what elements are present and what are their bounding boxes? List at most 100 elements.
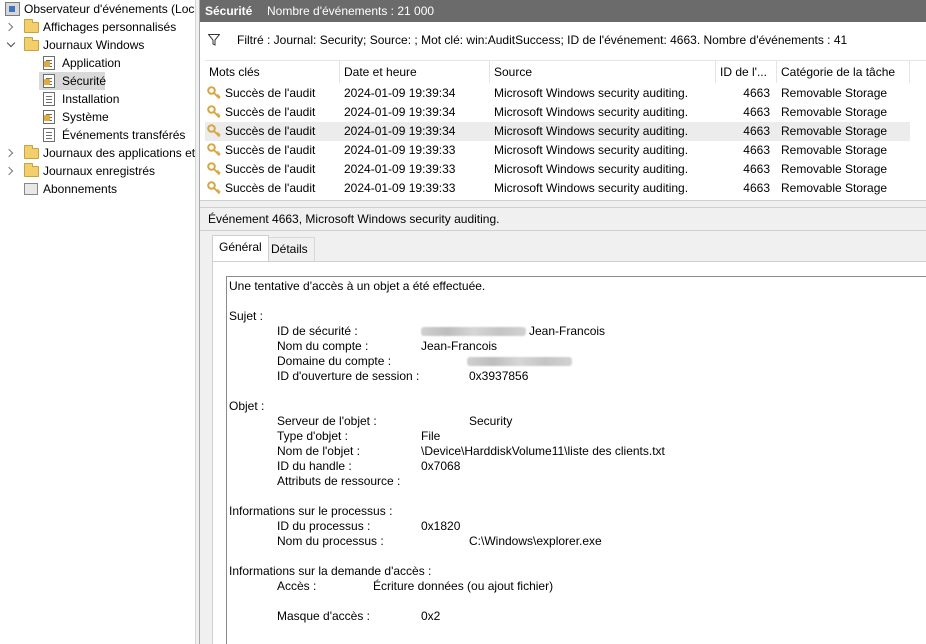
- column-header-event-id[interactable]: ID de l'...: [716, 61, 777, 83]
- tree-item-label: Événements transférés: [62, 128, 186, 142]
- table-row[interactable]: Succès de l'audit 2024-01-09 19:39:34 Micr…: [205, 122, 910, 141]
- cell-category: Removable Storage: [781, 86, 888, 100]
- field-label: Serveur de l'objet :: [277, 414, 377, 428]
- cell-source: Microsoft Windows security auditing.: [494, 105, 689, 119]
- tree-item-label: Affichages personnalisés: [43, 20, 177, 34]
- field-label: Domaine du compte :: [277, 354, 392, 368]
- tree-item-system[interactable]: Système: [0, 108, 195, 126]
- field-label: Attributs de ressource :: [277, 474, 401, 488]
- cell-source: Microsoft Windows security auditing.: [494, 162, 689, 176]
- tree-item-security[interactable]: Sécurité: [39, 72, 107, 90]
- message-intro: Une tentative d'accès à un objet a été e…: [229, 279, 486, 293]
- tree-item-label: Sécurité: [62, 74, 107, 88]
- table-row[interactable]: Succès de l'audit 2024-01-09 19:39:33 Micr…: [205, 160, 910, 179]
- cell-keyword: Succès de l'audit: [225, 181, 316, 195]
- audit-success-key-icon: [207, 86, 221, 100]
- tree-root-label: Observateur d'événements (Loca: [24, 2, 195, 16]
- cell-source: Microsoft Windows security auditing.: [494, 143, 689, 157]
- event-count: Nombre d'événements : 21 000: [267, 4, 435, 18]
- field-value: Écriture données (ou ajout fichier): [373, 579, 554, 593]
- cell-category: Removable Storage: [781, 105, 888, 119]
- tree-item-label: Journaux Windows: [43, 38, 145, 52]
- section-object: Objet :: [229, 399, 265, 413]
- column-header-keywords[interactable]: Mots clés: [205, 61, 340, 83]
- folder-icon: [24, 163, 39, 177]
- cell-source: Microsoft Windows security auditing.: [494, 86, 689, 100]
- log-title-bar: Sécurité Nombre d'événements : 21 000: [200, 0, 926, 22]
- cell-category: Removable Storage: [781, 124, 888, 138]
- tree-item-saved-logs[interactable]: Journaux enregistrés: [0, 162, 195, 180]
- navigation-tree: Observateur d'événements (Loca Affichage…: [0, 0, 195, 644]
- cell-date: 2024-01-09 19:39:33: [344, 143, 456, 157]
- event-message[interactable]: Une tentative d'accès à un objet a été e…: [226, 276, 926, 644]
- cell-category: Removable Storage: [781, 181, 888, 195]
- cell-keyword: Succès de l'audit: [225, 105, 316, 119]
- audit-success-key-icon: [207, 181, 221, 195]
- field-label: ID d'ouverture de session :: [277, 369, 420, 383]
- horizontal-splitter[interactable]: [200, 200, 926, 208]
- filter-bar: Filtré : Journal: Security; Source: ; Mo…: [200, 29, 926, 51]
- tab-details[interactable]: Détails: [264, 237, 315, 261]
- cell-date: 2024-01-09 19:39:34: [344, 105, 456, 119]
- tree-item-label: Système: [62, 110, 109, 124]
- field-label: Masque d'accès :: [277, 609, 371, 623]
- chevron-down-icon[interactable]: [6, 38, 16, 48]
- column-header-source[interactable]: Source: [490, 61, 716, 83]
- event-viewer-icon: [5, 2, 20, 16]
- table-row[interactable]: Succès de l'audit 2024-01-09 19:39:34 Micr…: [205, 103, 910, 122]
- field-value: Security: [469, 414, 513, 428]
- table-row[interactable]: Succès de l'audit 2024-01-09 19:39:33 Micr…: [205, 179, 910, 198]
- audit-success-key-icon: [207, 143, 221, 157]
- field-label: ID du handle :: [277, 459, 352, 473]
- field-value: Jean-Francois: [529, 324, 606, 338]
- field-label: Nom du processus :: [277, 534, 384, 548]
- log-icon: [43, 92, 55, 106]
- field-value: 0x7068: [421, 459, 461, 473]
- cell-date: 2024-01-09 19:39:34: [344, 86, 456, 100]
- table-row[interactable]: Succès de l'audit 2024-01-09 19:39:34 Micr…: [205, 84, 910, 103]
- field-label: ID du processus :: [277, 519, 371, 533]
- chevron-right-icon[interactable]: [4, 166, 14, 176]
- tree-item-application[interactable]: Application: [0, 54, 195, 72]
- audit-success-key-icon: [207, 124, 221, 138]
- cell-date: 2024-01-09 19:39:33: [344, 162, 456, 176]
- chevron-right-icon[interactable]: [4, 148, 14, 158]
- cell-category: Removable Storage: [781, 143, 888, 157]
- tree-item-windows-logs[interactable]: Journaux Windows: [0, 36, 195, 54]
- field-value: \Device\HarddiskVolume11\liste des clien…: [421, 444, 665, 458]
- cell-category: Removable Storage: [781, 162, 888, 176]
- tree-item-label: Journaux des applications et: [43, 146, 195, 160]
- column-header-category[interactable]: Catégorie de la tâche: [777, 61, 910, 83]
- section-access-request: Informations sur la demande d'accès :: [229, 564, 432, 578]
- field-label: Nom de l'objet :: [277, 444, 360, 458]
- cell-id: 4663: [743, 162, 770, 176]
- tab-general[interactable]: Général: [212, 235, 269, 262]
- folder-icon: [24, 37, 39, 51]
- log-icon: [43, 110, 55, 124]
- folder-icon: [24, 19, 39, 33]
- chevron-right-icon[interactable]: [4, 22, 14, 32]
- tree-item-apps-services[interactable]: Journaux des applications et: [0, 144, 195, 162]
- tree-item-setup[interactable]: Installation: [0, 90, 195, 108]
- tree-item-label: Installation: [62, 92, 120, 106]
- tree-item-custom-views[interactable]: Affichages personnalisés: [0, 18, 195, 36]
- tree-item-label: Application: [62, 56, 121, 70]
- tree-item-subscriptions[interactable]: Abonnements: [0, 180, 195, 198]
- event-detail-title: Événement 4663, Microsoft Windows securi…: [208, 212, 500, 226]
- field-value: 0x3937856: [469, 369, 529, 383]
- cell-id: 4663: [743, 124, 770, 138]
- log-icon: [43, 56, 55, 70]
- field-value: 0x1820: [421, 519, 461, 533]
- table-row[interactable]: Succès de l'audit 2024-01-09 19:39:33 Micr…: [205, 141, 910, 160]
- column-header-date[interactable]: Date et heure: [340, 61, 490, 83]
- field-value: 0x2: [421, 609, 441, 623]
- tree-item-forwarded[interactable]: Événements transférés: [0, 126, 195, 144]
- tree-root[interactable]: Observateur d'événements (Loca: [0, 0, 195, 18]
- cell-keyword: Succès de l'audit: [225, 162, 316, 176]
- cell-date: 2024-01-09 19:39:34: [344, 124, 456, 138]
- cell-keyword: Succès de l'audit: [225, 86, 316, 100]
- cell-id: 4663: [743, 105, 770, 119]
- filter-text: Filtré : Journal: Security; Source: ; Mo…: [237, 33, 848, 47]
- section-process: Informations sur le processus :: [229, 504, 393, 518]
- redacted-value: [421, 327, 526, 336]
